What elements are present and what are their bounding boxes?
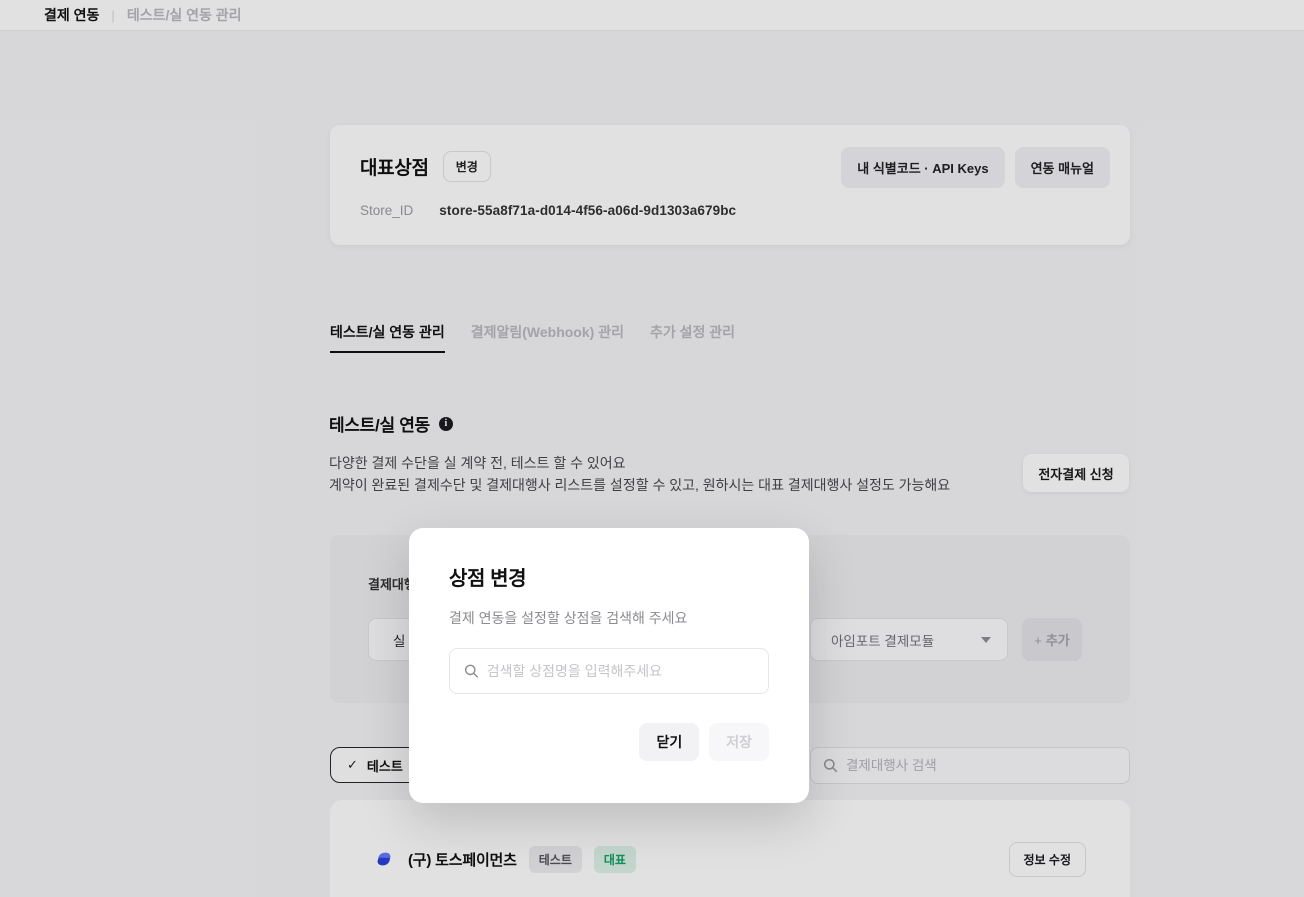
store-search-box [449, 648, 769, 694]
modal-save-button[interactable]: 저장 [709, 723, 769, 761]
store-search-input[interactable] [487, 663, 754, 679]
store-change-modal: 상점 변경 결제 연동을 설정할 상점을 검색해 주세요 닫기 저장 [409, 528, 809, 803]
modal-description: 결제 연동을 설정할 상점을 검색해 주세요 [449, 608, 687, 628]
modal-title: 상점 변경 [449, 562, 526, 591]
app-screen: 결제 연동 | 테스트/실 연동 관리 대표상점 변경 Store_ID sto… [0, 0, 1304, 897]
search-icon [464, 663, 479, 679]
modal-close-button[interactable]: 닫기 [639, 723, 699, 761]
